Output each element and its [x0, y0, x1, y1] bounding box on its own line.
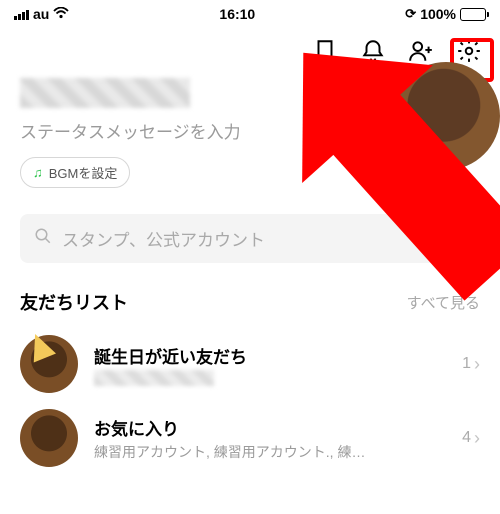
status-bar: au 16:10 ⟳ 100%: [0, 0, 500, 28]
battery-icon: [460, 8, 486, 21]
row-title: 誕生日が近い友だち: [94, 343, 446, 368]
row-count: 1 ›: [462, 355, 480, 373]
friends-title: 友だちリスト: [20, 289, 128, 315]
battery-pct: 100%: [420, 6, 456, 22]
status-right: ⟳ 100%: [405, 6, 486, 22]
row-subtitle-redacted: [94, 370, 214, 386]
bgm-label: BGMを設定: [49, 163, 118, 182]
add-friend-icon[interactable]: [408, 38, 434, 64]
qr-scan-icon[interactable]: [444, 227, 466, 250]
friends-section: 友だちリスト すべて見る 誕生日が近い友だち 1 › お気に入り 練習用アカウン…: [0, 271, 500, 475]
status-left: au: [14, 6, 69, 22]
profile-avatar[interactable]: [392, 62, 500, 170]
see-all-link[interactable]: すべて見る: [407, 292, 480, 313]
search-placeholder: スタンプ、公式アカウント: [62, 226, 434, 251]
list-item-birthday[interactable]: 誕生日が近い友だち 1 ›: [20, 327, 480, 401]
signal-icon: [14, 8, 29, 20]
clock: 16:10: [219, 6, 255, 22]
search-icon: [34, 227, 52, 250]
carrier-label: au: [33, 6, 49, 22]
avatar-icon: [20, 409, 78, 467]
row-count: 4 ›: [462, 429, 480, 447]
chevron-right-icon: ›: [474, 355, 480, 373]
search-input[interactable]: スタンプ、公式アカウント: [20, 214, 480, 263]
list-item-favorites[interactable]: お気に入り 練習用アカウント, 練習用アカウント., 練… 4 ›: [20, 401, 480, 475]
row-subtitle: 練習用アカウント, 練習用アカウント., 練…: [94, 442, 446, 462]
orientation-lock-icon: ⟳: [405, 6, 416, 22]
avatar-icon: [20, 335, 78, 393]
chevron-right-icon: ›: [474, 429, 480, 447]
music-note-icon: ♫: [33, 165, 43, 180]
row-title: お気に入り: [94, 415, 446, 440]
bookmark-icon[interactable]: [312, 38, 338, 64]
profile-name-redacted: [20, 78, 190, 108]
profile-section: ステータスメッセージを入力 ♫ BGMを設定: [0, 78, 500, 196]
notification-icon[interactable]: [360, 38, 386, 64]
bgm-set-button[interactable]: ♫ BGMを設定: [20, 157, 130, 188]
wifi-icon: [53, 6, 69, 22]
